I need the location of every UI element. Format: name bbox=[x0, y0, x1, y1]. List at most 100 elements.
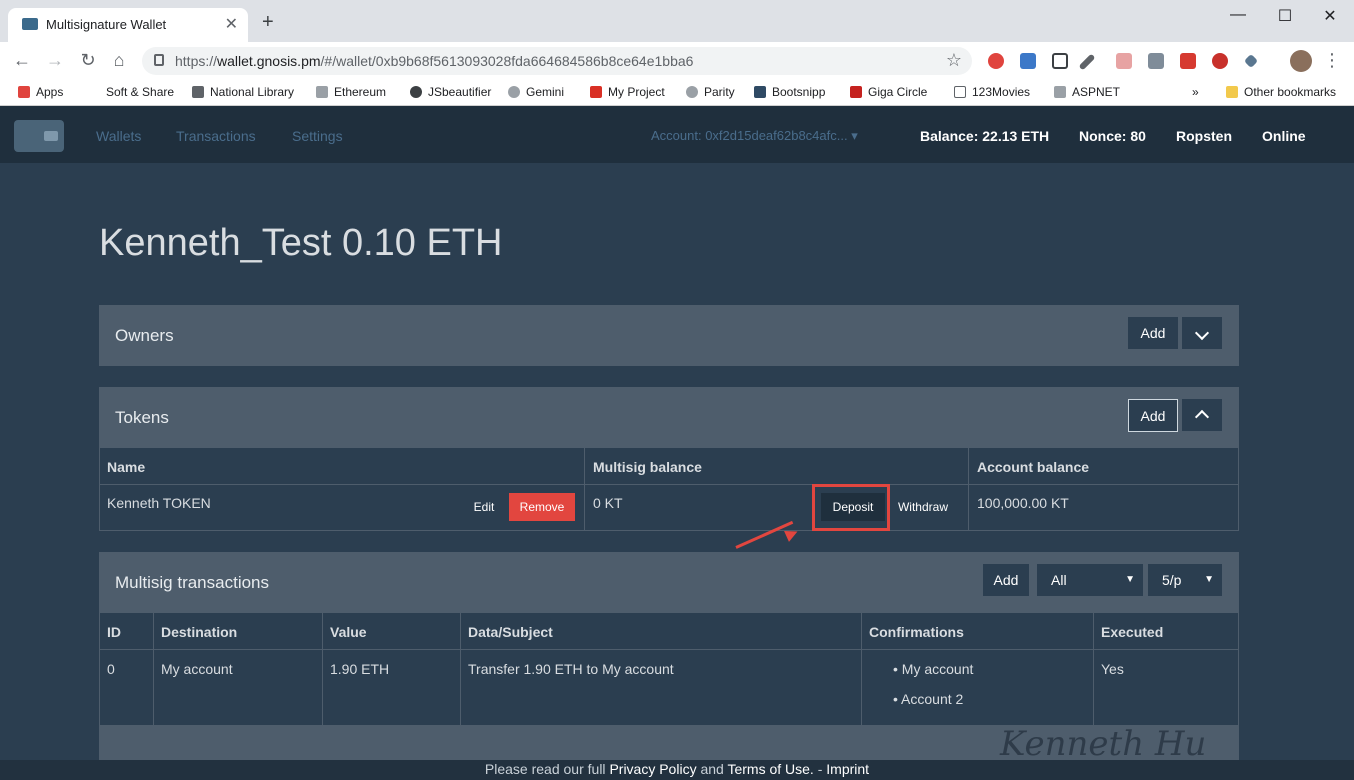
network-label: Ropsten bbox=[1176, 128, 1232, 144]
tokens-panel: Tokens Add bbox=[99, 387, 1239, 448]
bookmark-ethereum[interactable]: Ethereum bbox=[316, 85, 386, 99]
divider bbox=[1238, 448, 1239, 531]
tx-executed: Yes bbox=[1101, 661, 1124, 677]
folder-icon bbox=[1226, 86, 1238, 98]
column-header-data: Data/Subject bbox=[468, 624, 553, 640]
column-header-id: ID bbox=[107, 624, 121, 640]
privacy-policy-link[interactable]: Privacy Policy bbox=[609, 761, 696, 777]
bookmark-apps[interactable]: Apps bbox=[18, 85, 63, 99]
account-dropdown[interactable]: Account: 0xf2d15deaf62b8c4afc... ▾ bbox=[651, 128, 858, 144]
owners-toggle-button[interactable] bbox=[1182, 317, 1222, 349]
nav-settings[interactable]: Settings bbox=[292, 128, 343, 144]
browser-tab[interactable]: Multisignature Wallet ✕ bbox=[8, 8, 248, 42]
bookmark-soft-share[interactable]: Soft & Share bbox=[106, 85, 174, 99]
tx-destination: My account bbox=[161, 661, 233, 677]
page-size-select[interactable]: 5/p ▼ bbox=[1148, 564, 1222, 596]
page-icon bbox=[1054, 86, 1066, 98]
jsbeautifier-icon bbox=[410, 86, 422, 98]
json-icon[interactable] bbox=[1052, 53, 1068, 69]
address-bar[interactable]: https://wallet.gnosis.pm/#/wallet/0xb9b6… bbox=[142, 47, 972, 75]
diamond-icon[interactable] bbox=[1243, 53, 1259, 69]
bookmarks-bar: Apps Soft & Share National Library Ether… bbox=[0, 80, 1354, 106]
other-bookmarks[interactable]: Other bookmarks bbox=[1226, 85, 1336, 99]
translate-icon[interactable] bbox=[1020, 53, 1036, 69]
bootsnipp-icon bbox=[754, 86, 766, 98]
app-navbar: Wallets Transactions Settings Account: 0… bbox=[0, 106, 1354, 163]
bookmark-aspnet[interactable]: ASPNET bbox=[1054, 85, 1120, 99]
lock-icon bbox=[154, 54, 164, 66]
shield-icon[interactable] bbox=[1212, 53, 1228, 69]
bookmark-giga-circle[interactable]: Giga Circle bbox=[850, 85, 927, 99]
url-text: https://wallet.gnosis.pm/#/wallet/0xb9b6… bbox=[175, 53, 694, 69]
divider bbox=[584, 448, 585, 531]
bookmark-jsbeautifier[interactable]: JSbeautifier bbox=[410, 85, 491, 99]
token-name: Kenneth TOKEN bbox=[107, 495, 211, 511]
wallet-favicon-icon bbox=[22, 18, 38, 30]
page-icon bbox=[954, 86, 966, 98]
divider bbox=[99, 613, 100, 725]
camera-icon[interactable] bbox=[1148, 53, 1164, 69]
extension-icon-3[interactable] bbox=[1180, 53, 1196, 69]
bookmark-123movies[interactable]: 123Movies bbox=[954, 85, 1030, 99]
reload-icon[interactable]: ↻ bbox=[76, 50, 100, 70]
back-icon[interactable]: ← bbox=[10, 50, 34, 70]
extension-icon[interactable] bbox=[988, 53, 1004, 69]
confirmation-item: • My account bbox=[893, 661, 974, 677]
multisig-panel: Multisig transactions Add All ▼ 5/p ▼ bbox=[99, 552, 1239, 613]
bookmark-gemini[interactable]: Gemini bbox=[508, 85, 564, 99]
terms-link[interactable]: Terms of Use. bbox=[727, 761, 813, 777]
divider bbox=[1093, 613, 1094, 725]
pen-icon[interactable] bbox=[1078, 53, 1096, 71]
tx-data[interactable]: Transfer 1.90 ETH to My account bbox=[468, 661, 674, 677]
minimize-icon[interactable]: — bbox=[1223, 6, 1253, 24]
owners-title: Owners bbox=[115, 326, 174, 345]
add-transaction-button[interactable]: Add bbox=[983, 564, 1029, 596]
divider bbox=[861, 613, 862, 725]
column-header-executed: Executed bbox=[1101, 624, 1164, 640]
divider bbox=[99, 484, 1239, 485]
tokens-toggle-button[interactable] bbox=[1182, 399, 1222, 431]
library-icon bbox=[192, 86, 204, 98]
close-window-icon[interactable]: ✕ bbox=[1315, 6, 1345, 26]
deposit-highlight-box bbox=[812, 484, 890, 531]
footer-separator: - bbox=[817, 761, 823, 777]
wallet-logo-icon[interactable] bbox=[14, 120, 64, 152]
tab-close-icon[interactable]: ✕ bbox=[225, 14, 238, 34]
bookmark-parity[interactable]: Parity bbox=[686, 85, 735, 99]
bookmark-my-project[interactable]: My Project bbox=[590, 85, 665, 99]
browser-titlebar: Multisignature Wallet ✕ + — ☐ ✕ bbox=[0, 0, 1354, 42]
page-scrollbar[interactable] bbox=[1336, 163, 1354, 760]
footer: Please read our full Privacy Policy and … bbox=[0, 760, 1354, 780]
withdraw-button[interactable]: Withdraw bbox=[888, 493, 958, 521]
multisig-table: ID Destination Value Data/Subject Confir… bbox=[99, 613, 1239, 725]
imprint-link[interactable]: Imprint bbox=[826, 761, 869, 777]
divider bbox=[1238, 613, 1239, 725]
nav-wallets[interactable]: Wallets bbox=[96, 128, 141, 144]
watermark-signature: Kenneth Hu bbox=[1000, 724, 1207, 764]
new-tab-icon[interactable]: + bbox=[262, 12, 274, 32]
bookmark-national-library[interactable]: National Library bbox=[192, 85, 294, 99]
avatar[interactable] bbox=[1290, 50, 1312, 72]
add-token-button[interactable]: Add bbox=[1128, 399, 1178, 432]
owners-panel: Owners Add bbox=[99, 305, 1239, 366]
footer-text: and bbox=[700, 761, 724, 777]
extension-icon-2[interactable] bbox=[1116, 53, 1132, 69]
divider bbox=[968, 448, 969, 531]
project-icon bbox=[590, 86, 602, 98]
filter-select[interactable]: All ▼ bbox=[1037, 564, 1143, 596]
caret-down-icon: ▼ bbox=[1125, 574, 1135, 585]
edit-token-button[interactable]: Edit bbox=[464, 493, 504, 521]
remove-token-button[interactable]: Remove bbox=[509, 493, 575, 521]
menu-icon[interactable]: ⋮ bbox=[1320, 50, 1344, 70]
divider bbox=[99, 448, 100, 531]
divider bbox=[322, 613, 323, 725]
add-owner-button[interactable]: Add bbox=[1128, 317, 1178, 349]
bookmark-bootsnipp[interactable]: Bootsnipp bbox=[754, 85, 825, 99]
maximize-icon[interactable]: ☐ bbox=[1270, 6, 1300, 26]
forward-icon[interactable]: → bbox=[43, 50, 67, 70]
page-size-value: 5/p bbox=[1162, 572, 1182, 588]
bookmark-star-icon[interactable]: ☆ bbox=[946, 50, 962, 71]
more-bookmarks-icon[interactable]: » bbox=[1192, 85, 1199, 99]
home-icon[interactable]: ⌂ bbox=[107, 50, 131, 70]
nav-transactions[interactable]: Transactions bbox=[176, 128, 256, 144]
